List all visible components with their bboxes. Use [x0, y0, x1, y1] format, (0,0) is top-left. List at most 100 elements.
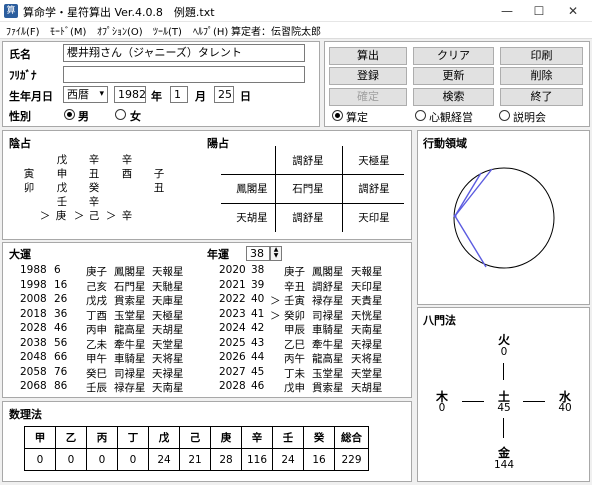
nenun-cell: 41	[251, 307, 265, 320]
menu-mode[interactable]: ﾓｰﾄﾞ(M)	[50, 23, 86, 38]
mode-seminar-radio[interactable]	[499, 110, 510, 121]
suuri-value: 0	[117, 448, 149, 471]
taiun-cell: 甲午	[86, 353, 107, 365]
inyo-cell: 辛	[88, 154, 100, 166]
nenun-spinner[interactable]: ▲ ▼	[270, 246, 282, 261]
menu-tools[interactable]: ﾂｰﾙ(T)	[153, 23, 182, 38]
nenun-cell: 天印星	[351, 280, 383, 293]
taiun-cell: 2028	[20, 322, 47, 334]
print-button[interactable]: 印刷	[500, 47, 583, 65]
inyo-cell: 戊	[56, 154, 68, 166]
kodo-diagram	[453, 167, 555, 269]
suuri-header: 戊	[148, 426, 180, 449]
taiun-cell: 車騎星	[114, 353, 146, 365]
nenun-age-input[interactable]: 38	[246, 246, 270, 261]
menu-options[interactable]: ｵﾌﾟｼｮﾝ(O)	[97, 23, 143, 38]
suuri-header: 丙	[86, 426, 118, 449]
kodo-circle	[453, 167, 555, 269]
suuri-header: 壬	[272, 426, 304, 449]
spin-down-icon[interactable]: ▼	[271, 253, 281, 259]
yosen-cell: 調舒星	[292, 212, 324, 224]
suuri-value: 24	[272, 448, 304, 471]
day-input[interactable]: 25	[214, 86, 234, 103]
nenun-cell: 46	[251, 380, 265, 392]
yosen-cell: 調舒星	[292, 155, 324, 167]
nenun-cell: 2022	[219, 293, 246, 305]
earth-value: 45	[497, 402, 511, 414]
yosen-hline-1	[221, 174, 404, 175]
update-button[interactable]: 更新	[413, 67, 494, 85]
name-input[interactable]: 櫻井翔さん（ジャニーズ）タレント	[63, 44, 305, 62]
menu-help[interactable]: ﾍﾙﾌﾟ(H)	[193, 23, 228, 38]
nenun-cell: ＞	[270, 295, 281, 307]
calc-button[interactable]: 算出	[329, 47, 407, 65]
taiun-cell: 戊戌	[86, 295, 107, 307]
taiun-cell: 76	[54, 365, 68, 378]
nenun-cell: 丁未	[284, 367, 305, 380]
menu-file[interactable]: ﾌｧｲﾙ(F)	[6, 23, 40, 38]
inyo-cell: 辛	[121, 210, 133, 222]
nenun-cell: 天禄星	[351, 338, 383, 351]
yosen-title: 陽占	[207, 137, 229, 150]
gender-female-radio[interactable]	[115, 109, 126, 120]
minimize-button[interactable]: —	[490, 0, 524, 22]
nenun-cell: 2023	[219, 307, 246, 320]
taiun-cell: 己亥	[86, 280, 107, 293]
gender-male-radio[interactable]	[64, 109, 75, 120]
taiun-cell: 天南星	[152, 382, 184, 394]
nenun-cell: 39	[251, 278, 265, 291]
taiun-cell: 86	[54, 380, 68, 392]
inyo-cell: 丑	[88, 168, 100, 180]
kana-input[interactable]	[63, 66, 305, 83]
taiun-cell: 天将星	[152, 353, 184, 365]
gender-label: 性別	[9, 110, 31, 123]
taiun-cell: 禄存星	[114, 382, 146, 394]
taiun-cell: 46	[54, 322, 68, 334]
window-title: 算命学・星符算出 Ver.4.0.8 例題.txt	[23, 6, 215, 19]
nenun-cell: 2026	[219, 351, 246, 363]
fire-connector	[503, 363, 504, 380]
year-input[interactable]: 1982	[114, 86, 146, 103]
inyo-cell: 庚	[55, 210, 67, 222]
nenun-cell: 38	[251, 264, 265, 276]
era-select[interactable]: 西暦 ▾	[63, 86, 108, 103]
mode-calc-radio[interactable]	[332, 110, 343, 121]
nenun-cell: 2027	[219, 365, 246, 378]
nenun-cell: 2020	[219, 264, 246, 276]
taiun-cell: 癸巳	[86, 367, 107, 380]
inyo-cell: 辛	[121, 154, 133, 166]
close-button[interactable]: ✕	[556, 0, 590, 22]
taiun-cell: 2018	[20, 307, 47, 320]
nenun-cell: 貫索星	[312, 382, 344, 394]
mode-management-radio[interactable]	[415, 110, 426, 121]
inyo-title: 陰占	[9, 137, 31, 150]
suuri-header: 総合	[334, 426, 369, 449]
suuri-header-row: 甲乙丙丁戊己庚辛壬癸総合	[24, 426, 369, 449]
nenun-cell: 2021	[219, 278, 246, 291]
register-button[interactable]: 登録	[329, 67, 407, 85]
confirm-button[interactable]: 確定	[329, 88, 407, 106]
taiun-cell: 壬辰	[86, 382, 107, 394]
nenun-cell: 癸卯	[284, 309, 305, 322]
nenun-cell: 乙巳	[284, 338, 305, 351]
era-value: 西暦	[67, 88, 89, 101]
search-button[interactable]: 検索	[413, 88, 494, 106]
suuri-value: 16	[303, 448, 335, 471]
taiun-cell: 天堂星	[152, 338, 184, 351]
taiun-cell: 丙申	[86, 324, 107, 336]
inyo-cell: 己	[88, 210, 100, 222]
delete-button[interactable]: 削除	[500, 67, 583, 85]
exit-button[interactable]: 終了	[500, 88, 583, 106]
yosen-cell: 天印星	[358, 212, 390, 224]
gender-male-label: 男	[78, 110, 89, 123]
taiun-cell: 龍高星	[114, 324, 146, 336]
clear-button[interactable]: クリア	[413, 47, 494, 65]
nenun-title: 年運	[207, 248, 229, 261]
nenun-cell: 2024	[219, 322, 246, 334]
nenun-cell: 調舒星	[312, 280, 344, 293]
month-input[interactable]: 1	[170, 86, 188, 103]
birthdate-label: 生年月日	[9, 90, 53, 103]
maximize-button[interactable]: ☐	[522, 0, 556, 22]
taiun-cell: 玉堂星	[114, 309, 146, 322]
metal-connector	[503, 418, 504, 438]
